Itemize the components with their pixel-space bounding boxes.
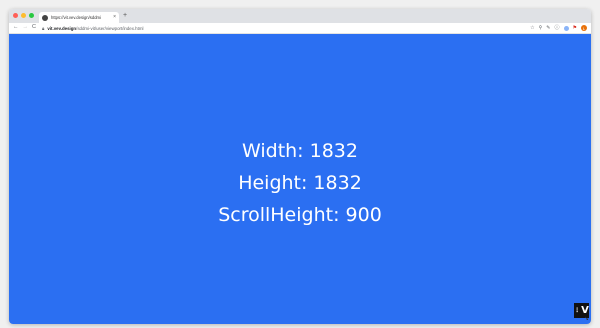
url-path: /sddmi-vit/user/viewport/index.html	[76, 25, 144, 31]
browser-window: https://vit.vev.design/sddmi × + ← → C 🔒…	[9, 9, 591, 324]
close-icon[interactable]: ×	[113, 15, 116, 20]
globe-icon	[42, 14, 48, 21]
browser-toolbar: ← → C 🔒︎ vit.vev.design/sddmi-vit/user/v…	[9, 23, 591, 34]
width-readout: Width: 1832	[241, 140, 358, 162]
extensions-icon[interactable]: ✎	[546, 25, 550, 31]
minimize-window-button[interactable]	[21, 13, 26, 18]
scroll-height-readout: ScrollHeight: 900	[218, 204, 382, 226]
badge-label: V	[581, 305, 589, 316]
star-icon[interactable]: ☆	[530, 25, 534, 31]
toolbar-icons: ☆ ⚲ ✎ ⓘ ⚑ L	[530, 25, 587, 31]
back-button[interactable]: ←	[13, 25, 19, 31]
window-controls	[13, 13, 34, 18]
flag-icon[interactable]: ⚑	[573, 25, 577, 31]
maximize-window-button[interactable]	[29, 13, 34, 18]
page-viewport: Width: 1832 Height: 1832 ScrollHeight: 9…	[9, 34, 591, 324]
new-tab-button[interactable]: +	[123, 12, 127, 19]
lock-icon: 🔒︎	[41, 25, 45, 31]
viewport-metrics: Width: 1832 Height: 1832 ScrollHeight: 9…	[218, 135, 382, 231]
avatar[interactable]: L	[581, 25, 587, 31]
reload-button[interactable]: C	[32, 25, 36, 31]
close-window-button[interactable]	[13, 13, 18, 18]
browser-tab[interactable]: https://vit.vev.design/sddmi ×	[39, 12, 119, 23]
info-icon[interactable]: ⓘ	[555, 25, 560, 31]
url-host: vit.vev.design	[47, 25, 77, 31]
resize-handle[interactable]: ↘	[584, 316, 589, 322]
tab-title: https://vit.vev.design/sddmi	[51, 15, 101, 20]
settings-icon[interactable]	[563, 25, 569, 31]
height-readout: Height: 1832	[238, 172, 362, 194]
forward-button[interactable]: →	[23, 25, 29, 31]
address-bar[interactable]: 🔒︎ vit.vev.design/sddmi-vit/user/viewpor…	[40, 24, 526, 32]
tab-bar: https://vit.vev.design/sddmi × +	[9, 9, 591, 23]
pin-icon[interactable]: ⚲	[539, 25, 543, 31]
